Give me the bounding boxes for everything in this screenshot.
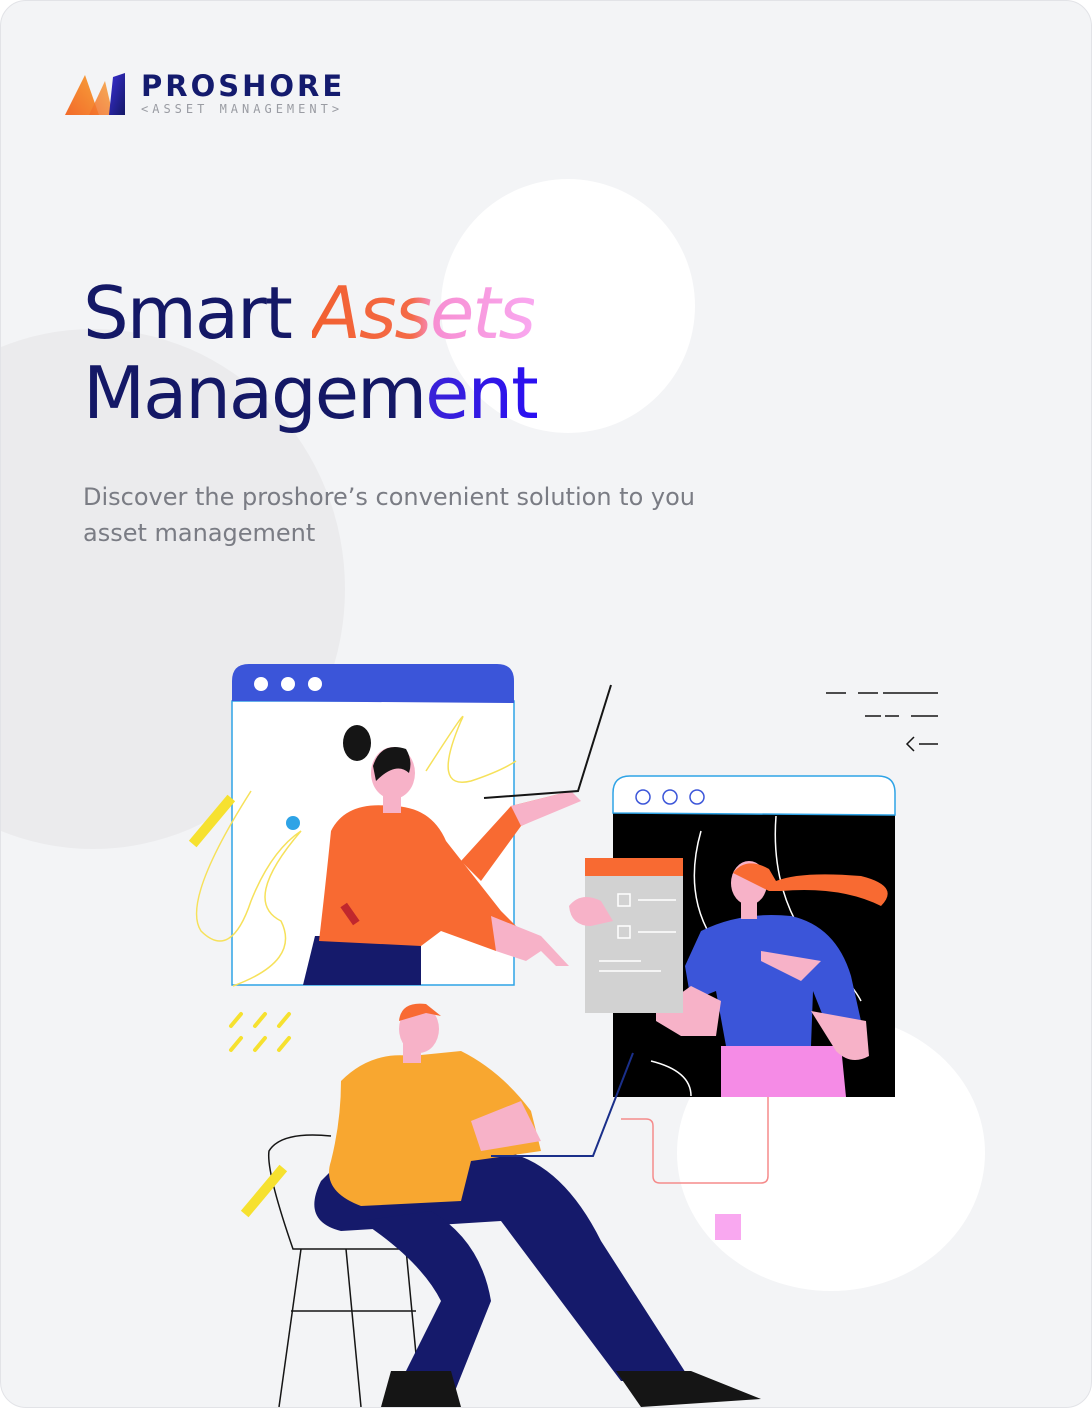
page-card: PROSHORE <ASSET MANAGEMENT> Smart Assets… (0, 0, 1092, 1408)
pink-square-icon (715, 1214, 741, 1240)
yellow-ticks-decoration (229, 1012, 291, 1052)
collaboration-illustration (188, 664, 938, 1407)
document-card (569, 858, 683, 1013)
code-dash-decoration (826, 692, 938, 752)
